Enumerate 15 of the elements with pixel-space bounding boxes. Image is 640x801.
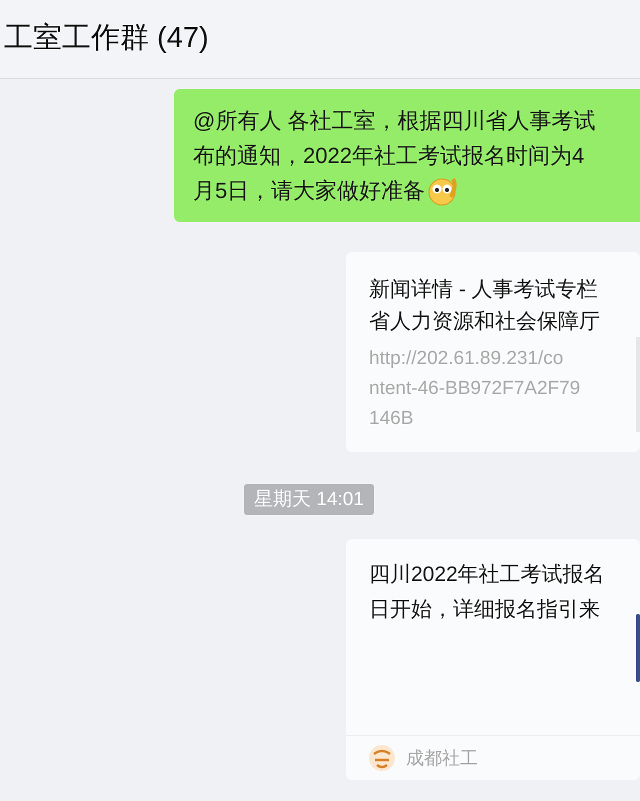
link-title: 新闻详情 - 人事考试专栏: [369, 277, 598, 303]
article-title: 日开始，详细报名指引来: [369, 597, 600, 623]
message-text: @所有人 各社工室，根据四川省人事考试: [193, 107, 596, 135]
message-text: 月5日，请大家做好准备: [193, 177, 426, 205]
article-image: [636, 614, 640, 682]
link-title: 省人力资源和社会保障厅: [369, 309, 600, 335]
timestamp: 星期天 14:01: [244, 484, 374, 515]
message-text: 布的通知，2022年社工考试报名时间为4: [193, 142, 584, 170]
chat-title: 工室工作群 (47): [4, 21, 209, 56]
article-title: 四川2022年社工考试报名: [369, 562, 605, 588]
link-url: ntent-46-BB972F7A2F79: [369, 377, 580, 401]
link-url: 146B: [369, 407, 414, 431]
article-source: 成都社工: [406, 746, 478, 770]
logo-icon: [368, 744, 396, 772]
link-url: http://202.61.89.231/co: [369, 347, 564, 371]
